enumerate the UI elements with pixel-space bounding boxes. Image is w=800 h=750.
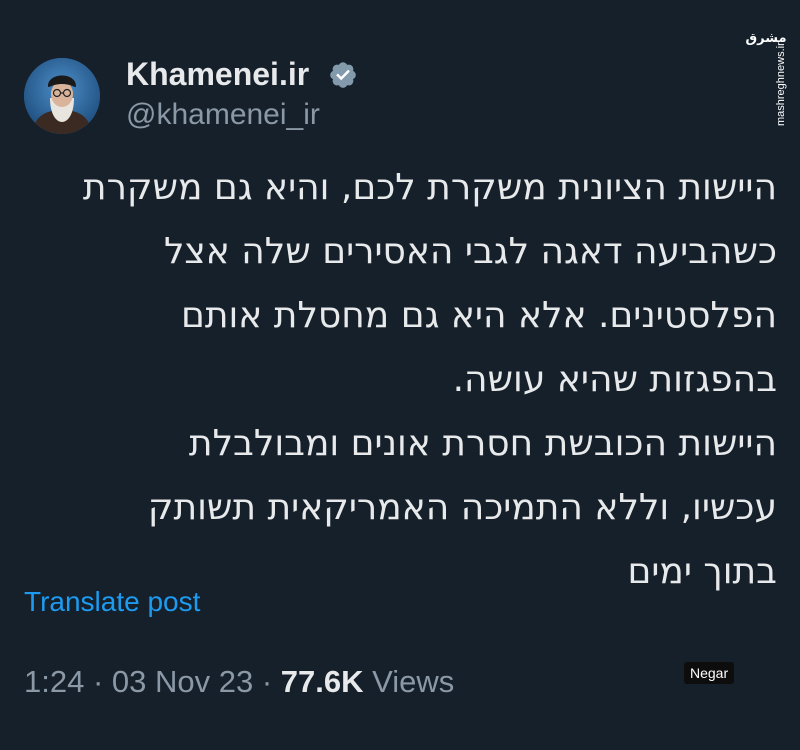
- author-display-name[interactable]: Khamenei.ir: [126, 56, 309, 93]
- post-time[interactable]: 1:24: [24, 664, 84, 699]
- tweet-line: עכשיו, וללא התמיכה האמריקאית תשותק: [147, 487, 777, 528]
- top-strip: [0, 0, 800, 32]
- avatar-portrait-icon: [24, 58, 100, 134]
- tweet-line: הפלסטינים. אלא היא גם מחסלת אותם: [180, 295, 777, 336]
- watermark-site-text: mashreghnews.ir: [775, 42, 787, 126]
- views-count[interactable]: 77.6K: [281, 664, 364, 699]
- profile-avatar[interactable]: [24, 58, 100, 134]
- tweet-line: כשהביעה דאגה לגבי האסירים שלה אצל: [163, 231, 777, 272]
- meta-separator: ·: [84, 664, 112, 699]
- tweet-line: בהפגזות שהיא עושה.: [452, 359, 777, 400]
- tweet-line: היישות הציונית משקרת לכם, והיא גם משקרת: [82, 167, 777, 208]
- views-label: Views: [363, 664, 455, 699]
- tweet-body: היישות הציונית משקרת לכם, והיא גם משקרת …: [17, 156, 777, 604]
- mashregh-watermark-logo: مشرق mashreghnews.ir: [746, 31, 788, 126]
- verified-badge-icon[interactable]: [328, 60, 358, 90]
- author-handle[interactable]: @khamenei_ir: [126, 98, 320, 132]
- tweet-line: היישות הכובשת חסרת אונים ומבולבלת: [188, 423, 777, 464]
- meta-separator: ·: [253, 664, 281, 699]
- negar-watermark: Negar: [684, 662, 735, 684]
- translate-post-link[interactable]: Translate post: [24, 586, 200, 618]
- tweet-card: Khamenei.ir @khamenei_ir مشرق mashreghne…: [0, 0, 800, 750]
- post-date[interactable]: 03 Nov 23: [112, 664, 253, 699]
- tweet-meta-row: 1:24 · 03 Nov 23 · 77.6K Views: [24, 664, 454, 700]
